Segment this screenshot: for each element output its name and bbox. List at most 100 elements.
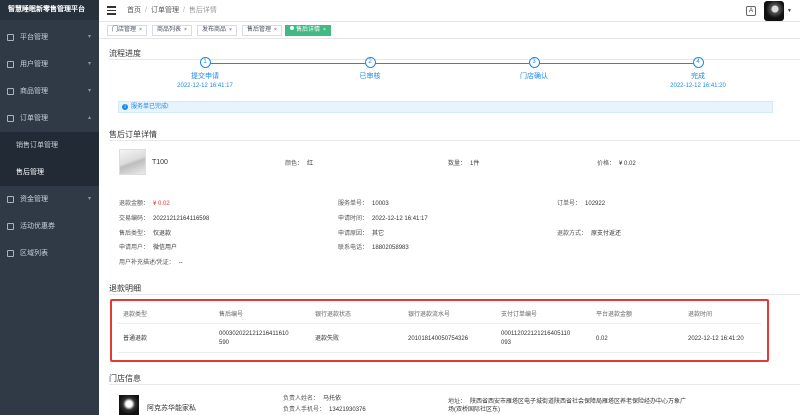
step-number: 4 — [692, 57, 704, 68]
sidebar-item-regions[interactable]: 区域列表 — [0, 240, 99, 267]
close-icon[interactable]: × — [139, 27, 142, 33]
store-title: 门店信息 — [109, 374, 141, 383]
tag-product-list[interactable]: 商品列表 × — [152, 25, 192, 36]
tag-aftersale-management[interactable]: 售后管理 × — [242, 25, 282, 36]
breadcrumb-orders[interactable]: 订单管理 — [151, 7, 179, 14]
table-divider — [118, 352, 761, 353]
top-header: 首页 / 订单管理 / 售后详情 A ▼ — [99, 0, 800, 22]
product-price: 价格： ¥ 0.02 — [597, 161, 636, 167]
breadcrumb-home[interactable]: 首页 — [127, 7, 141, 14]
apply-time: 申请时间： 2022-12-12 16:41:17 — [338, 216, 428, 222]
refund-table: 退款类型 售后编号 银行退款状态 银行退款流水号 支付订单编号 平台退款金额 退… — [110, 299, 769, 362]
tag-aftersale-detail[interactable]: 售后详情 × — [285, 25, 331, 36]
close-icon[interactable]: × — [184, 27, 187, 33]
store-logo — [119, 395, 139, 415]
step-label: 完成 — [691, 73, 705, 80]
orders-submenu: 销售订单管理 售后管理 — [0, 132, 99, 186]
main-content: 流程进度 1 提交申请 2022-12-12 16:41:17 2 已审核 3 … — [99, 39, 800, 415]
divider — [109, 140, 800, 141]
step-complete: 4 完成 2022-12-12 16:41:20 — [628, 57, 768, 89]
sidebar-item-funds[interactable]: 资金管理 ▾ — [0, 186, 99, 213]
col-aftersale-no: 售后编号 — [219, 312, 244, 318]
avatar[interactable] — [764, 1, 784, 21]
chevron-down-icon: ▾ — [87, 61, 91, 67]
apply-reason: 申请原因： 其它 — [338, 231, 385, 237]
divider — [109, 294, 800, 295]
aftersale-type: 售后类型： 仅退款 — [119, 231, 172, 237]
goods-icon — [7, 88, 14, 95]
step-number: 3 — [528, 57, 540, 68]
sidebar-item-label: 用户管理 — [20, 61, 48, 68]
tags-view: 门店管理 × 商品列表 × 发布商品 × 售后管理 × 售后详情 × — [99, 22, 800, 39]
brand-title: 智慧睡眠新零售管理平台 — [0, 0, 99, 20]
chevron-up-icon: ▴ — [87, 115, 91, 121]
cell-platform-amount: 0.02 — [596, 336, 608, 342]
col-platform-amount: 平台退款金额 — [596, 312, 633, 318]
chevron-down-icon: ▾ — [87, 196, 91, 202]
sidebar-item-products[interactable]: 商品管理 ▾ — [0, 78, 99, 105]
region-icon — [7, 250, 14, 257]
sidebar-item-coupons[interactable]: 活动优惠券 — [0, 213, 99, 240]
sidebar-item-label: 活动优惠券 — [20, 223, 55, 230]
col-bank-serial: 银行退款流水号 — [408, 312, 451, 318]
sidebar-item-platform[interactable]: 平台管理 ▾ — [0, 24, 99, 51]
step-label: 门店确认 — [520, 73, 548, 80]
breadcrumb: 首页 / 订单管理 / 售后详情 — [127, 7, 217, 14]
cell-bank-serial: 201018140050754326 — [408, 336, 469, 342]
funds-icon — [7, 196, 14, 203]
active-dot-icon — [290, 26, 294, 30]
step-label: 提交申请 — [191, 73, 219, 80]
user-extra: 用户补充描述/凭证： -- — [119, 260, 183, 266]
cell-bank-status: 退款失败 — [315, 336, 340, 342]
sidebar: 智慧睡眠新零售管理平台 平台管理 ▾ 用户管理 ▾ 商品管理 ▾ 订单管理 ▴ … — [0, 0, 99, 415]
col-bank-status: 银行退款状态 — [315, 312, 352, 318]
close-icon[interactable]: × — [229, 27, 232, 33]
detail-title: 售后订单详情 — [109, 130, 157, 139]
chevron-down-icon: ▾ — [87, 88, 91, 94]
product-qty: 数量： 1件 — [448, 161, 480, 167]
language-icon[interactable]: A — [746, 6, 756, 16]
refund-title: 退款明细 — [109, 284, 141, 293]
step-time: 2022-12-12 16:41:20 — [670, 83, 726, 89]
info-icon: i — [122, 104, 128, 110]
cell-pay-order-no: 000112022121216405110093 — [501, 331, 571, 346]
cell-refund-type: 普通退款 — [123, 336, 148, 342]
store-name: 阿克苏华能家私 — [147, 405, 196, 412]
tag-store-management[interactable]: 门店管理 × — [107, 25, 147, 36]
contact-phone: 联系电话： 18802058983 — [338, 245, 409, 251]
col-pay-order-no: 支付订单编号 — [501, 312, 538, 318]
sidebar-item-label: 区域列表 — [20, 250, 48, 257]
close-icon[interactable]: × — [274, 27, 277, 33]
cell-refund-time: 2022-12-12 16:41:20 — [688, 336, 744, 342]
order-icon — [7, 115, 14, 122]
sidebar-item-users[interactable]: 用户管理 ▾ — [0, 51, 99, 78]
tag-publish-product[interactable]: 发布商品 × — [197, 25, 237, 36]
col-refund-time: 退款时间 — [688, 312, 713, 318]
sidebar-item-label: 资金管理 — [20, 196, 48, 203]
close-icon[interactable]: × — [323, 27, 326, 33]
refund-method: 退款方式： 原支付返还 — [557, 231, 622, 237]
sidebar-item-orders[interactable]: 订单管理 ▴ — [0, 105, 99, 132]
user-icon — [7, 61, 14, 68]
table-divider — [118, 323, 761, 324]
store-owner-phone: 负责人手机号： 13421930376 — [283, 407, 366, 413]
sidebar-item-label: 平台管理 — [20, 34, 48, 41]
store-owner: 负责人姓名： 马托依 — [283, 396, 342, 402]
platform-icon — [7, 34, 14, 41]
hamburger-icon[interactable] — [107, 6, 116, 15]
store-address: 地址： 陕西省西安市雁塔区电子城街道陕西省社会保障局雁塔区养老保险经办中心万象广场… — [448, 399, 687, 413]
caret-down-icon[interactable]: ▼ — [787, 8, 792, 14]
refund-amount: 退款金额： ¥ 0.02 — [119, 201, 170, 207]
step-number: 1 — [199, 57, 211, 68]
product-color: 颜色：红 — [285, 161, 314, 167]
sidebar-item-sales-orders[interactable]: 销售订单管理 — [0, 132, 99, 159]
step-submit: 1 提交申请 2022-12-12 16:41:17 — [135, 57, 275, 89]
sidebar-item-label: 商品管理 — [20, 88, 48, 95]
coupon-icon — [7, 223, 14, 230]
step-number: 2 — [364, 57, 376, 68]
col-refund-type: 退款类型 — [123, 312, 148, 318]
sidebar-item-aftersale[interactable]: 售后管理 — [0, 159, 99, 186]
chevron-down-icon: ▾ — [87, 34, 91, 40]
apply-user: 申请用户： 微信用户 — [119, 245, 178, 251]
product-name: T100 — [152, 159, 168, 166]
